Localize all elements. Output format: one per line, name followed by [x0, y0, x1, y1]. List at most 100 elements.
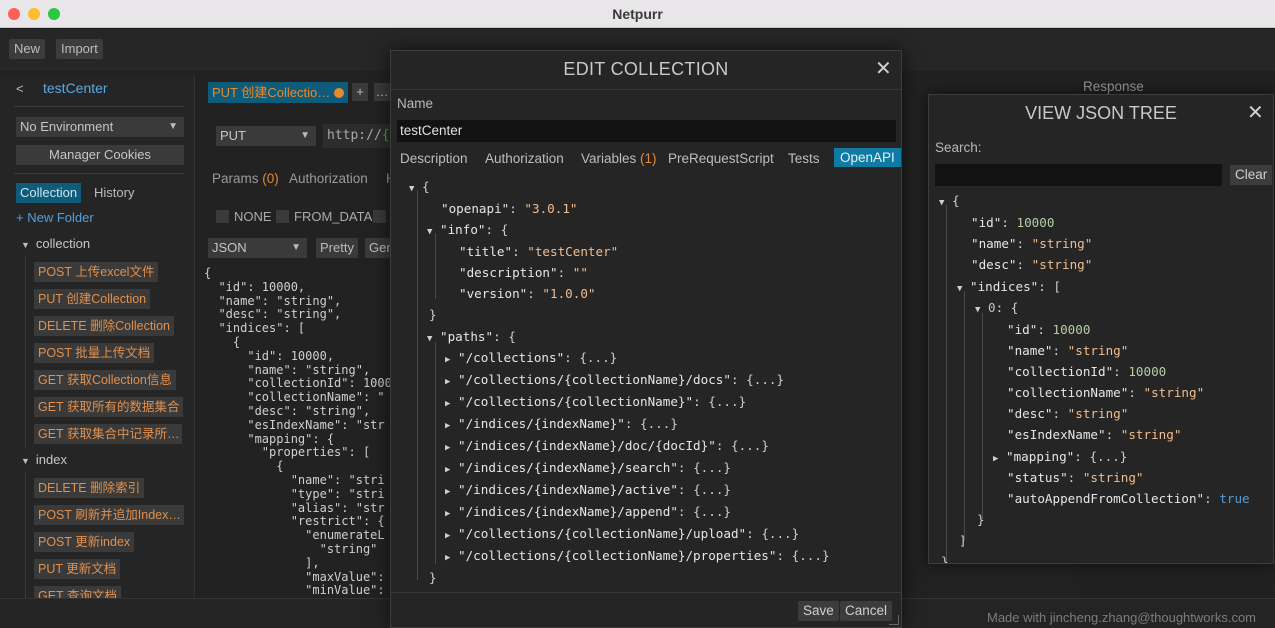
import-button[interactable]: Import: [56, 39, 103, 59]
request-item[interactable]: PUT 更新文档: [34, 559, 121, 579]
tree-row[interactable]: ▶ "/indices/{indexName}/active": {...}: [445, 482, 731, 500]
request-item[interactable]: GET 获取Collection信息: [34, 370, 176, 390]
resize-handle[interactable]: [889, 615, 899, 625]
tree-row: "version": "1.0.0": [459, 286, 596, 301]
clear-button[interactable]: Clear: [1230, 165, 1273, 185]
request-tab[interactable]: PUT 创建Collectio…: [208, 82, 348, 103]
content-type-select[interactable]: JSON ▼: [208, 238, 307, 258]
tree-row: "title": "testCenter": [459, 244, 619, 259]
code-line: "alias": "str: [204, 500, 385, 515]
tree-row[interactable]: ▼ "indices": [: [957, 279, 1061, 297]
request-item[interactable]: POST 批量上传文档: [34, 343, 155, 363]
new-folder-button[interactable]: + New Folder: [16, 210, 94, 225]
back-button[interactable]: <: [16, 81, 24, 96]
code-line: "string": [204, 541, 378, 556]
tree-row[interactable]: ▶ "mapping": {...}: [993, 449, 1127, 467]
tree-row: "name": "string": [971, 236, 1093, 251]
tree-row: "collectionName": "string": [1007, 385, 1205, 400]
tab-tests[interactable]: Tests: [788, 151, 820, 166]
tab-prerequest-script[interactable]: PreRequestScript: [668, 151, 774, 166]
caret-down-icon: ▼: [939, 198, 945, 208]
caret-right-icon: ▶: [445, 443, 451, 453]
tree-row[interactable]: ▶ "/collections/{collectionName}/upload"…: [445, 526, 799, 544]
request-item[interactable]: DELETE 删除Collection: [34, 316, 174, 336]
search-input[interactable]: [935, 164, 1222, 186]
close-icon[interactable]: ✕: [1247, 103, 1264, 123]
folder-collection[interactable]: ▼ collection: [21, 236, 90, 251]
tree-row[interactable]: ▶ "/collections/{collectionName}/docs": …: [445, 372, 784, 390]
cancel-button[interactable]: Cancel: [840, 601, 893, 621]
tab-authorization[interactable]: Authorization: [485, 151, 564, 166]
folder-index[interactable]: ▼ index: [21, 452, 67, 467]
tree-key: "/collections/{collectionName}/docs": [458, 372, 731, 387]
caret-right-icon: ▶: [445, 487, 451, 497]
tree-row[interactable]: ▼ 0: {: [975, 300, 1018, 318]
caret-right-icon: ▶: [445, 421, 451, 431]
request-item[interactable]: DELETE 删除索引: [34, 478, 145, 498]
tree-row[interactable]: ▶ "/indices/{indexName}/search": {...}: [445, 460, 731, 478]
tree-key: "indices": [970, 279, 1039, 294]
tree-key: "/collections/{collectionName}/upload": [458, 526, 747, 541]
tab-authorization[interactable]: Authorization: [289, 171, 368, 186]
tree-row[interactable]: ▶ "/indices/{indexName}": {...}: [445, 416, 678, 434]
request-item[interactable]: GET 获取集合中记录所…: [34, 424, 182, 444]
request-item[interactable]: PUT 创建Collection: [34, 289, 151, 309]
save-button[interactable]: Save: [798, 601, 839, 621]
tree-key: "version": [459, 286, 528, 301]
tree-key: "/indices/{indexName}/append": [458, 504, 678, 519]
json-tree-panel: VIEW JSON TREE ✕ Search: Clear ▼ { "id":…: [928, 94, 1274, 564]
name-input[interactable]: testCenter: [397, 120, 896, 142]
add-tab-button[interactable]: +: [352, 83, 368, 101]
tab-variables[interactable]: Variables (1): [581, 151, 657, 166]
request-item[interactable]: GET 获取所有的数据集合: [34, 397, 184, 417]
tree-key: "desc": [1007, 406, 1053, 421]
tree-row[interactable]: ▼ "info": {: [427, 222, 508, 240]
tree-key: "/collections/{collectionName}": [458, 394, 694, 409]
project-name[interactable]: testCenter: [43, 80, 108, 96]
response-label: Response: [1083, 79, 1144, 94]
method-value: PUT: [220, 128, 246, 143]
tree-row[interactable]: ▶ "/indices/{indexName}/doc/{docId}": {.…: [445, 438, 769, 456]
request-item[interactable]: POST 刷新并追加Index…: [34, 505, 184, 525]
tree-key: "/indices/{indexName}/active": [458, 482, 678, 497]
tree-row: "id": 10000: [1007, 322, 1091, 337]
close-icon[interactable]: ✕: [875, 59, 892, 79]
tab-collection[interactable]: Collection: [16, 183, 82, 203]
tree-guide: [964, 291, 965, 541]
tab-params[interactable]: Params (0): [212, 171, 279, 186]
code-line: {: [204, 267, 212, 280]
new-button[interactable]: New: [9, 39, 46, 59]
code-line: "maxValue":: [204, 569, 385, 584]
tree-guide: [982, 313, 983, 519]
tree-row[interactable]: ▶ "/collections/{collectionName}": {...}: [445, 394, 746, 412]
tree-row[interactable]: ▼ "paths": {: [427, 329, 516, 347]
brace: }: [429, 570, 437, 585]
body-type-checkbox[interactable]: [373, 210, 386, 223]
method-select[interactable]: PUT ▼: [216, 126, 316, 146]
manage-cookies-button[interactable]: Manager Cookies: [16, 145, 184, 165]
form-data-checkbox[interactable]: [276, 210, 289, 223]
tree-row[interactable]: ▶ "/collections": {...}: [445, 350, 617, 368]
tree-row[interactable]: ▶ "/indices/{indexName}/append": {...}: [445, 504, 731, 522]
tab-history[interactable]: History: [90, 183, 138, 203]
pretty-button[interactable]: Pretty: [316, 238, 358, 258]
tree-row[interactable]: ▼ {: [409, 179, 430, 197]
tree-value: {...}: [791, 548, 830, 563]
caret-right-icon: ▶: [445, 399, 451, 409]
tab-openapi[interactable]: OpenAPI: [834, 148, 901, 167]
tree-row[interactable]: ▶ "/collections/{collectionName}/propert…: [445, 548, 830, 566]
folder-label: index: [35, 452, 67, 467]
request-item[interactable]: POST 更新index: [34, 532, 135, 552]
body-editor[interactable]: { "id": 10000, "name": "string", "desc":…: [204, 267, 394, 627]
tab-description[interactable]: Description: [400, 151, 468, 166]
more-tabs-button[interactable]: …: [374, 83, 390, 101]
request-item[interactable]: POST 上传excel文件: [34, 262, 159, 282]
code-line: "enumerateL: [204, 528, 385, 543]
request-item[interactable]: GET 查询文档: [34, 586, 121, 598]
tree-row[interactable]: ▼ {: [939, 193, 960, 211]
environment-select[interactable]: No Environment ▼: [16, 117, 184, 137]
caret-down-icon: ▼: [21, 240, 30, 250]
edit-collection-dialog: EDIT COLLECTION ✕ Name testCenter Descri…: [390, 50, 902, 628]
brace: }: [429, 307, 437, 322]
none-checkbox[interactable]: [216, 210, 229, 223]
